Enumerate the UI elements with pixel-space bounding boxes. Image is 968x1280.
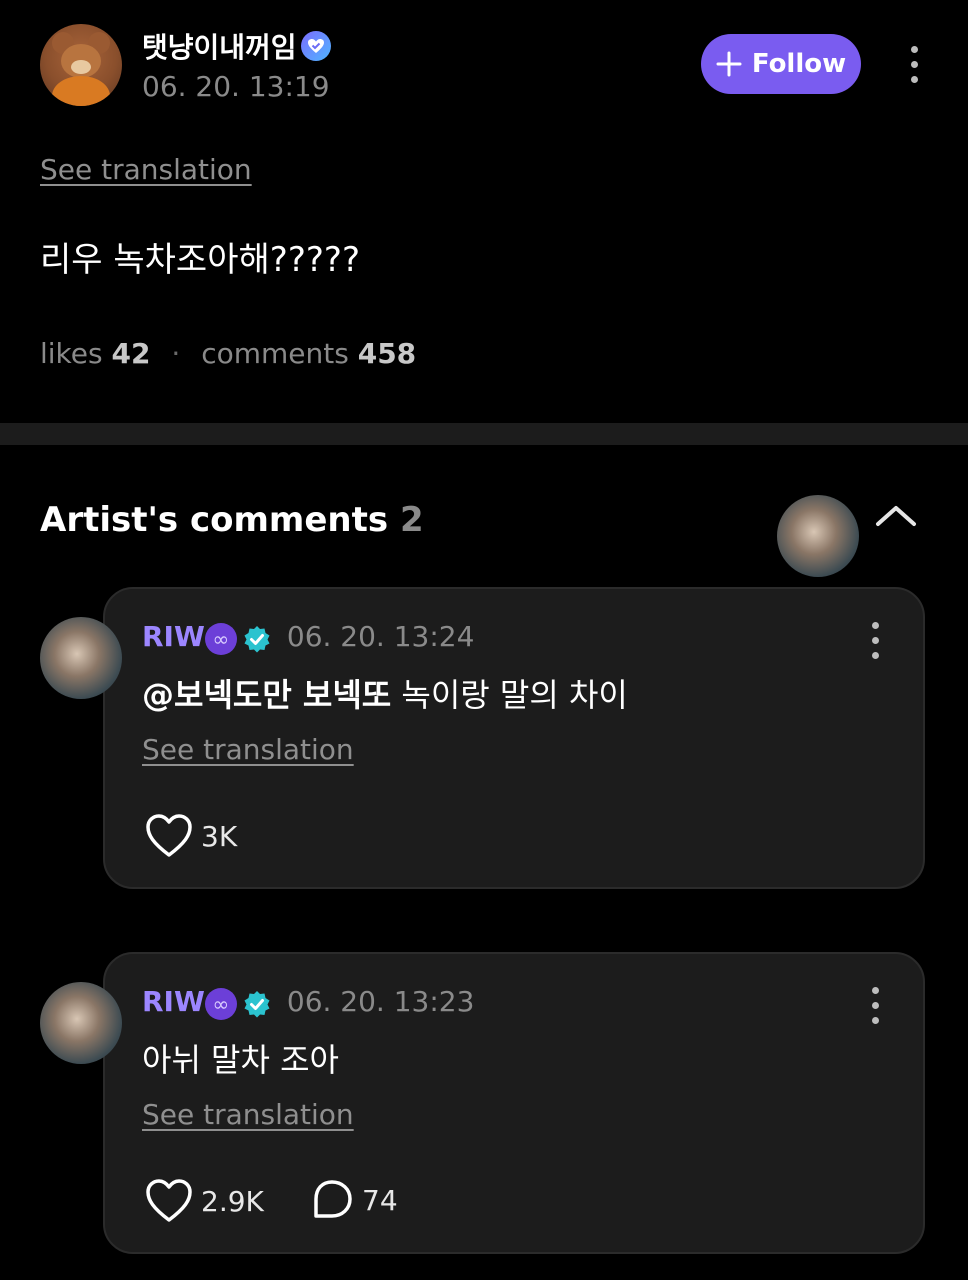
reply-count: 74	[362, 1183, 398, 1217]
artist-avatar[interactable]	[40, 617, 122, 699]
artist-avatar[interactable]	[40, 982, 122, 1064]
likes-label: likes	[40, 337, 103, 370]
see-translation-link[interactable]: See translation	[40, 153, 252, 186]
comments-label: comments	[201, 337, 349, 370]
post-stats: likes 42 · comments 458	[40, 337, 416, 370]
comment-body: 녹이랑 말의 차이	[391, 676, 628, 714]
like-button[interactable]: 2.9K	[145, 1178, 264, 1224]
artist-comments-count: 2	[399, 500, 424, 540]
bear-muzzle	[71, 60, 91, 74]
heart-icon	[146, 1179, 192, 1222]
comment-more-icon[interactable]	[872, 987, 880, 1032]
author-name-text[interactable]: 탯냥이내꺼임	[142, 31, 297, 64]
comment-header: RIW ∞ 06. 20. 13:23	[142, 985, 474, 1023]
likes-count: 42	[111, 337, 151, 370]
see-translation-link[interactable]: See translation	[142, 733, 354, 766]
verified-check-icon	[243, 990, 271, 1018]
verified-icon	[300, 31, 331, 61]
see-translation-link[interactable]: See translation	[142, 1098, 354, 1131]
comments-count: 458	[357, 337, 417, 370]
post-body: 리우 녹차조아해?????	[40, 240, 360, 280]
follow-label: Follow	[751, 49, 847, 79]
author-avatar[interactable]	[40, 24, 122, 106]
post-timestamp: 06. 20. 13:19	[142, 70, 330, 103]
more-options-icon[interactable]	[911, 46, 919, 91]
post-author-name[interactable]: 탯냥이내꺼임	[142, 26, 331, 66]
comment-timestamp: 06. 20. 13:24	[286, 620, 475, 653]
artist-mini-avatar[interactable]	[777, 495, 859, 577]
bear-body	[52, 76, 110, 106]
comment-bubble-icon	[314, 1180, 352, 1218]
like-button[interactable]: 3K	[145, 813, 237, 859]
infinity-badge-icon: ∞	[204, 622, 237, 655]
like-count: 2.9K	[201, 1184, 264, 1218]
comment-more-icon[interactable]	[872, 622, 880, 667]
verified-check-icon	[243, 625, 271, 653]
comment-header: RIW ∞ 06. 20. 13:24	[142, 620, 474, 658]
artist-comments-title: Artist's comments 2	[40, 500, 424, 540]
chevron-up-icon[interactable]	[874, 500, 918, 530]
comment-body: 아뉘 말차 조아	[142, 1041, 339, 1079]
mention-link[interactable]: @보넥도만 보넥또	[142, 676, 391, 714]
plus-icon	[716, 51, 742, 77]
comment-text: @보넥도만 보넥또 녹이랑 말의 차이	[142, 670, 628, 716]
stats-separator: ·	[171, 337, 181, 370]
like-count: 3K	[201, 819, 238, 853]
comment-timestamp: 06. 20. 13:23	[286, 985, 475, 1018]
artist-name[interactable]: RIW	[142, 620, 205, 653]
reply-button[interactable]: 74	[310, 1178, 398, 1222]
heart-icon	[146, 814, 192, 857]
follow-button[interactable]: Follow	[701, 34, 861, 94]
section-divider	[0, 423, 968, 445]
section-title-text: Artist's comments	[40, 500, 389, 540]
infinity-badge-icon: ∞	[204, 987, 237, 1020]
artist-name[interactable]: RIW	[142, 985, 205, 1018]
